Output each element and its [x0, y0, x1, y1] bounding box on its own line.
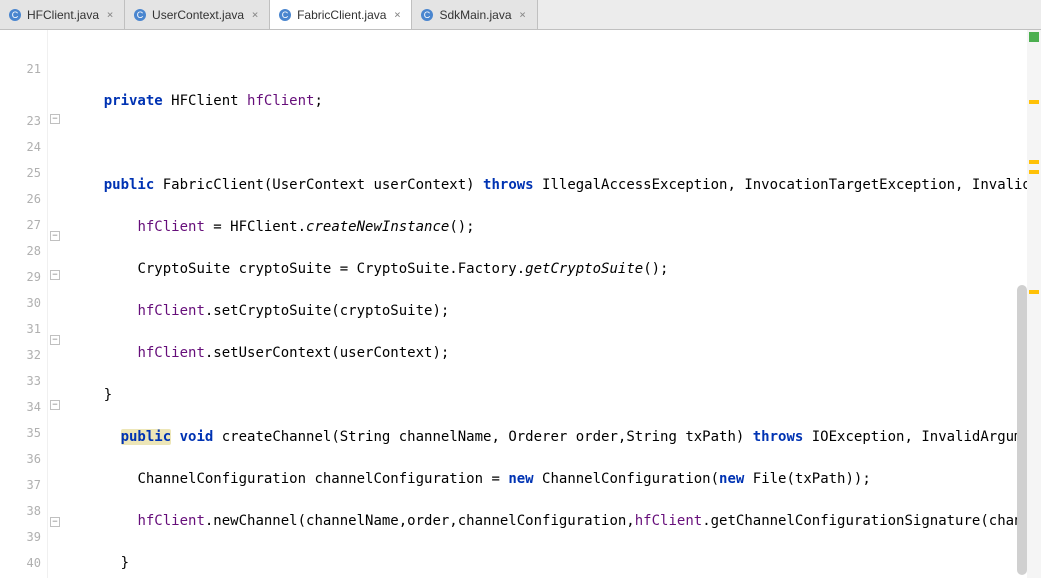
class-icon: C	[8, 8, 22, 22]
fold-toggle-icon[interactable]: −	[50, 400, 60, 410]
line-number: 35	[0, 420, 41, 446]
close-icon[interactable]: ×	[249, 9, 261, 21]
fold-gutter: − − − − − −	[48, 30, 62, 578]
tab-hfclient[interactable]: C HFClient.java ×	[0, 0, 125, 29]
svg-text:C: C	[424, 10, 431, 20]
warning-marker[interactable]	[1029, 170, 1039, 174]
line-number: 38	[0, 498, 41, 524]
svg-text:C: C	[282, 10, 289, 20]
close-icon[interactable]: ×	[104, 9, 116, 21]
line-number: 33	[0, 368, 41, 394]
line-number: 32	[0, 342, 41, 368]
line-number: 34	[0, 394, 41, 420]
line-number: 24	[0, 134, 41, 160]
line-number	[0, 30, 41, 56]
warning-marker[interactable]	[1029, 160, 1039, 164]
fold-toggle-icon[interactable]: −	[50, 335, 60, 345]
tab-label: SdkMain.java	[439, 8, 511, 22]
tab-label: FabricClient.java	[297, 8, 386, 22]
line-number: 28	[0, 238, 41, 264]
line-number: 23	[0, 108, 41, 134]
line-number: 31	[0, 316, 41, 342]
tab-sdkmain[interactable]: C SdkMain.java ×	[412, 0, 537, 29]
warning-marker[interactable]	[1029, 290, 1039, 294]
code-area[interactable]: private HFClient hfClient; public Fabric…	[62, 30, 1027, 578]
tab-usercontext[interactable]: C UserContext.java ×	[125, 0, 270, 29]
line-number: 30	[0, 290, 41, 316]
class-icon: C	[133, 8, 147, 22]
close-icon[interactable]: ×	[391, 9, 403, 21]
tab-label: UserContext.java	[152, 8, 244, 22]
fold-toggle-icon[interactable]: −	[50, 270, 60, 280]
warning-marker[interactable]	[1029, 100, 1039, 104]
line-number: 25	[0, 160, 41, 186]
error-stripe[interactable]	[1027, 30, 1041, 578]
fold-toggle-icon[interactable]: −	[50, 517, 60, 527]
inspection-indicator-icon	[1029, 32, 1039, 42]
tab-fabricclient[interactable]: C FabricClient.java ×	[270, 0, 412, 29]
svg-text:C: C	[12, 10, 19, 20]
line-number: 40	[0, 550, 41, 576]
line-number: 29	[0, 264, 41, 290]
line-number: 39	[0, 524, 41, 550]
line-number: 26	[0, 186, 41, 212]
line-number: 37	[0, 472, 41, 498]
svg-text:C: C	[137, 10, 144, 20]
vertical-scrollbar[interactable]	[1017, 285, 1027, 575]
class-icon: C	[278, 8, 292, 22]
line-number	[0, 82, 41, 108]
class-icon: C	[420, 8, 434, 22]
fold-toggle-icon[interactable]: −	[50, 231, 60, 241]
line-number: 21	[0, 56, 41, 82]
fold-toggle-icon[interactable]: −	[50, 114, 60, 124]
line-number: 36	[0, 446, 41, 472]
line-number: 27	[0, 212, 41, 238]
line-number-gutter: 21 23 24 25 26 27 28 29 30 31 32 33 34 3…	[0, 30, 48, 578]
editor: 21 23 24 25 26 27 28 29 30 31 32 33 34 3…	[0, 30, 1041, 578]
tab-label: HFClient.java	[27, 8, 99, 22]
close-icon[interactable]: ×	[517, 9, 529, 21]
editor-tabs: C HFClient.java × C UserContext.java × C…	[0, 0, 1041, 30]
